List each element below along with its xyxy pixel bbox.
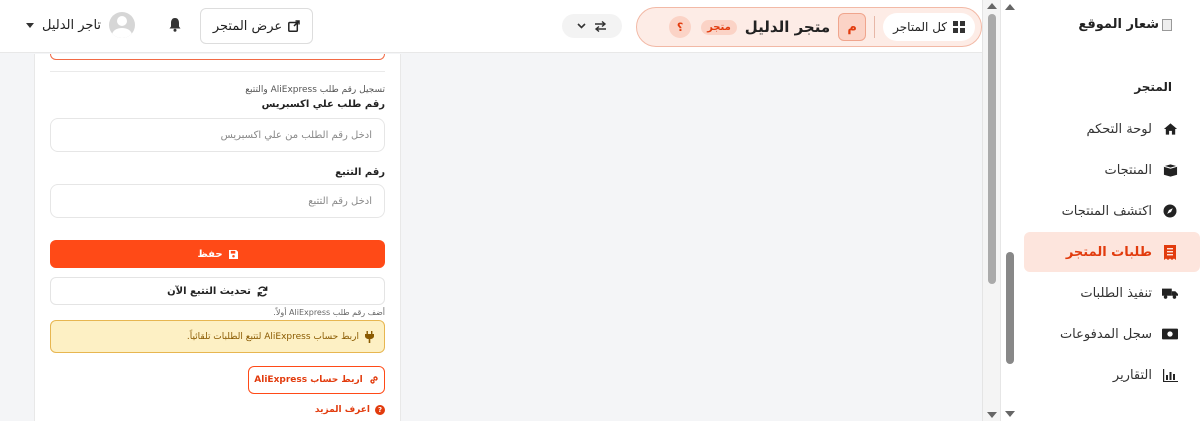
scroll-down-arrow-icon[interactable] (987, 412, 997, 418)
money-icon (1162, 326, 1178, 342)
refresh-icon (257, 285, 268, 297)
sidebar-item-label: المنتجات (1104, 162, 1152, 178)
sidebar-item-payments-log[interactable]: سجل المدفوعات (1018, 314, 1200, 354)
refresh-tracking-button[interactable]: تحديث التتبع الآن (50, 277, 385, 305)
all-stores-label: كل المتاجر (893, 20, 947, 34)
store-switch-dropdown[interactable] (562, 14, 622, 38)
question-circle-icon: ? (375, 405, 385, 415)
order-tracking-panel: تسجيل رقم طلب AliExpress والتتبع رقم طلب… (34, 54, 401, 421)
save-button[interactable]: حفظ (50, 240, 385, 268)
warning-alert: اربط حساب AliExpress لتتبع الطلبات تلقائ… (50, 320, 385, 353)
grid-icon (953, 21, 965, 33)
store-type-badge: متجر (701, 19, 737, 35)
sidebar: شعار الموقع المتجر لوحة التحكم المنتجات … (1000, 0, 1200, 421)
all-stores-button[interactable]: كل المتاجر (883, 13, 975, 41)
connect-aliexpress-button[interactable]: اربط حساب AliExpress (248, 366, 385, 394)
sidebar-item-label: لوحة التحكم (1086, 121, 1152, 137)
divider (874, 16, 876, 38)
sidebar-scrollbar[interactable] (1001, 0, 1019, 421)
scroll-up-arrow-icon[interactable] (987, 3, 997, 9)
sidebar-item-store-orders[interactable]: طلبات المتجر (1024, 232, 1200, 272)
save-label: حفظ (197, 248, 223, 260)
site-logo[interactable]: شعار الموقع (1078, 17, 1172, 32)
home-icon (1162, 121, 1178, 137)
store-avatar: م (838, 13, 867, 41)
sidebar-item-fulfill-orders[interactable]: تنفيذ الطلبات (1018, 273, 1200, 313)
avatar (109, 12, 136, 38)
sidebar-section-title: المتجر (1134, 80, 1172, 94)
sidebar-item-products[interactable]: المنتجات (1018, 150, 1200, 190)
chart-icon (1162, 367, 1178, 383)
store-selector: كل المتاجر م متجر الدليل متجر ؟ (636, 7, 982, 47)
sidebar-scroll-thumb[interactable] (1006, 252, 1014, 364)
alert-text: اربط حساب AliExpress لتتبع الطلبات تلقائ… (186, 331, 359, 342)
compass-icon (1162, 203, 1178, 219)
plug-icon (365, 330, 374, 343)
sidebar-item-label: سجل المدفوعات (1059, 326, 1152, 342)
sidebar-item-discover-products[interactable]: اكتشف المنتجات (1018, 191, 1200, 231)
order-number-label: رقم طلب علي اكسبريس (261, 99, 385, 110)
help-button[interactable]: ؟ (669, 16, 692, 38)
receipt-icon (1162, 244, 1178, 260)
learn-more-link[interactable]: ? اعرف المزيد (315, 405, 385, 415)
order-number-input[interactable] (50, 118, 385, 152)
view-store-button[interactable]: عرض المتجر (200, 8, 313, 44)
sidebar-item-label: التقارير (1112, 367, 1152, 383)
connect-aliexpress-label: اربط حساب AliExpress (254, 375, 363, 385)
caret-down-icon (26, 22, 34, 28)
learn-more-label: اعرف المزيد (314, 405, 370, 415)
broken-image-icon (1162, 18, 1172, 31)
scroll-up-arrow-icon[interactable] (1005, 4, 1015, 10)
sidebar-item-label: طلبات المتجر (1065, 244, 1152, 260)
previous-button-edge[interactable] (50, 54, 385, 60)
sidebar-item-label: تنفيذ الطلبات (1080, 285, 1152, 301)
section-caption: تسجيل رقم طلب AliExpress والتتبع (245, 85, 385, 95)
truck-icon (1162, 285, 1178, 301)
sidebar-item-reports[interactable]: التقارير (1018, 355, 1200, 395)
tracking-number-label: رقم التتبع (335, 167, 385, 178)
topbar: كل المتاجر م متجر الدليل متجر ؟ عرض المت… (0, 0, 982, 53)
hint-text: أضف رقم طلب AliExpress أولاً. (273, 308, 385, 317)
divider (50, 71, 385, 72)
site-logo-text: شعار الموقع (1078, 17, 1159, 32)
user-name: تاجر الدليل (42, 17, 102, 33)
external-link-icon (288, 20, 300, 32)
tracking-number-input[interactable] (50, 184, 385, 218)
sidebar-item-dashboard[interactable]: لوحة التحكم (1018, 109, 1200, 149)
box-icon (1162, 162, 1178, 178)
refresh-label: تحديث التتبع الآن (167, 285, 251, 297)
sidebar-nav: لوحة التحكم المنتجات اكتشف المنتجات طلبا… (1018, 108, 1200, 396)
swap-arrows-icon (594, 20, 607, 32)
save-icon (228, 249, 238, 259)
main-scrollbar[interactable] (982, 0, 1000, 421)
store-name: متجر الدليل (744, 18, 831, 36)
user-menu[interactable]: تاجر الدليل (26, 12, 136, 38)
view-store-label: عرض المتجر (212, 18, 283, 34)
sidebar-item-label: اكتشف المنتجات (1061, 203, 1152, 219)
link-icon (369, 375, 379, 385)
main-scroll-thumb[interactable] (988, 14, 996, 284)
chevron-down-icon (577, 23, 586, 29)
bell-icon[interactable] (166, 17, 182, 33)
scroll-down-arrow-icon[interactable] (1005, 411, 1015, 417)
